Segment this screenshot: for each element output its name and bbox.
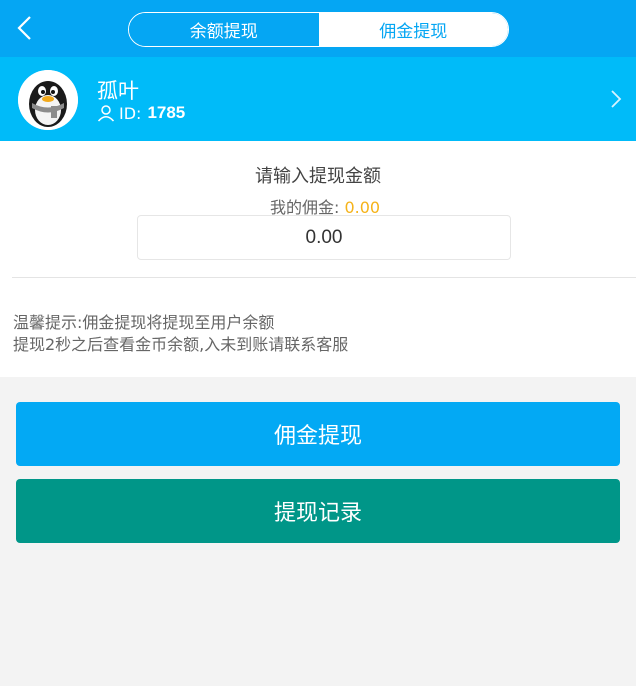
user-icon [97, 105, 115, 122]
tab-switcher: 余额提现 佣金提现 [128, 12, 509, 47]
user-profile-bar[interactable]: 孤叶 ID: 1785 [0, 57, 636, 141]
user-id-label: ID: [119, 103, 142, 123]
tip-line-1: 温馨提示:佣金提现将提现至用户余额 [13, 313, 275, 332]
amount-input[interactable] [137, 215, 511, 260]
withdraw-records-button[interactable]: 提现记录 [16, 479, 620, 543]
user-id-value: 1785 [147, 103, 186, 122]
avatar [18, 70, 78, 130]
username: 孤叶 [97, 79, 139, 103]
chevron-right-icon [611, 90, 622, 108]
top-bar: 余额提现 佣金提现 [0, 0, 636, 57]
amount-prompt: 请输入提现金额 [255, 166, 381, 187]
tab-commission-withdraw[interactable]: 佣金提现 [318, 13, 508, 46]
tip-line-2: 提现2秒之后查看金币余额,入未到账请联系客服 [13, 335, 349, 354]
tab-balance-withdraw[interactable]: 余额提现 [129, 13, 319, 46]
user-id-row: ID: 1785 [97, 103, 185, 123]
chevron-left-icon [17, 16, 31, 40]
commission-withdraw-button[interactable]: 佣金提现 [16, 402, 620, 466]
back-button[interactable] [12, 12, 42, 44]
withdraw-form: 请输入提现金额 我的佣金: 0.00 温馨提示:佣金提现将提现至用户余额 提现2… [0, 141, 636, 377]
penguin-avatar-icon [18, 70, 78, 130]
divider [12, 277, 636, 278]
